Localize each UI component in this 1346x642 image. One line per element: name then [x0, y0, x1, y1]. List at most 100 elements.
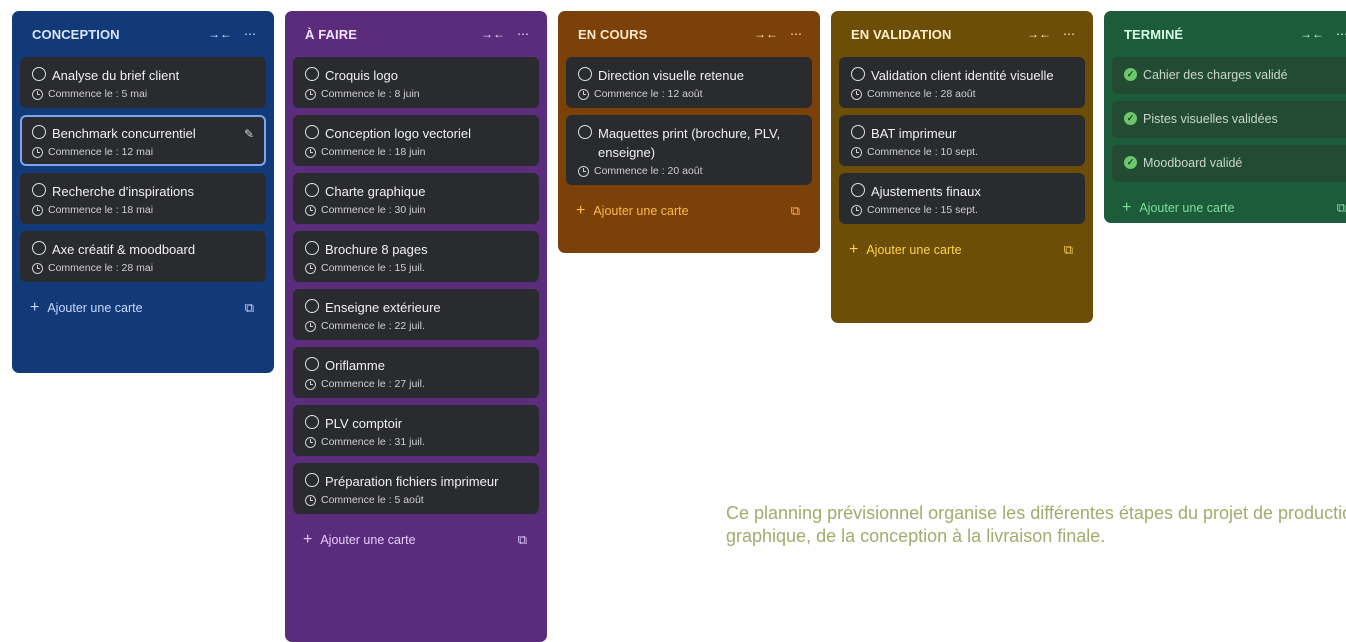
- card[interactable]: Validation client identité visuelle Comme…: [839, 57, 1085, 108]
- column-header: EN COURS →← ⋯: [566, 11, 812, 57]
- collapse-icon[interactable]: →←: [208, 28, 232, 40]
- complete-circle-icon[interactable]: [305, 241, 319, 255]
- add-card-button[interactable]: + Ajouter une carte ⧉: [566, 192, 812, 230]
- column-title: À FAIRE: [305, 26, 357, 42]
- card[interactable]: Maquettes print (brochure, PLV, enseigne…: [566, 115, 812, 185]
- clock-icon: [305, 378, 316, 390]
- complete-circle-icon[interactable]: [305, 183, 319, 197]
- clock-icon: [305, 494, 316, 506]
- card-completed[interactable]: ✓ Cahier des charges validé: [1112, 57, 1346, 94]
- card[interactable]: Brochure 8 pages Commence le : 15 juil.: [293, 231, 539, 282]
- more-icon[interactable]: ⋯: [1336, 28, 1346, 40]
- complete-circle-icon[interactable]: [305, 125, 319, 139]
- card-title: Recherche d'inspirations: [52, 184, 194, 199]
- collapse-icon[interactable]: →←: [1300, 28, 1324, 40]
- card-completed[interactable]: ✓ Moodboard validé: [1112, 145, 1346, 182]
- card[interactable]: Direction visuelle retenue Commence le : …: [566, 57, 812, 108]
- add-card-button[interactable]: + Ajouter une carte ⧉: [1112, 189, 1346, 223]
- complete-circle-icon[interactable]: [305, 299, 319, 313]
- check-circle-icon[interactable]: ✓: [1124, 156, 1137, 169]
- complete-circle-icon[interactable]: [851, 67, 865, 81]
- clock-icon: [305, 88, 316, 100]
- column-en-cours: EN COURS →← ⋯ Direction visuelle retenue…: [558, 11, 820, 253]
- card-title: Direction visuelle retenue: [598, 68, 744, 83]
- plus-icon: +: [849, 241, 859, 258]
- card[interactable]: Oriflamme Commence le : 27 juil.: [293, 347, 539, 398]
- complete-circle-icon[interactable]: [32, 67, 46, 81]
- card-title: Charte graphique: [325, 184, 426, 199]
- card-title: Axe créatif & moodboard: [52, 242, 196, 257]
- add-card-button[interactable]: + Ajouter une carte ⧉: [293, 521, 539, 559]
- check-circle-icon[interactable]: ✓: [1124, 112, 1137, 125]
- complete-circle-icon[interactable]: [305, 67, 319, 81]
- kanban-board: CONCEPTION →← ⋯ Analyse du brief client …: [0, 0, 1346, 642]
- more-icon[interactable]: ⋯: [244, 28, 256, 40]
- card-date: Commence le : 12 mai: [48, 146, 154, 158]
- collapse-icon[interactable]: →←: [1027, 28, 1051, 40]
- card-date: Commence le : 8 juin: [321, 88, 420, 100]
- card[interactable]: Préparation fichiers imprimeur Commence l…: [293, 463, 539, 514]
- card[interactable]: BAT imprimeur Commence le : 10 sept.: [839, 115, 1085, 166]
- card-template-icon[interactable]: ⧉: [1064, 242, 1073, 258]
- card-template-icon[interactable]: ⧉: [245, 300, 254, 316]
- card-title: Préparation fichiers imprimeur: [325, 474, 499, 489]
- card[interactable]: PLV comptoir Commence le : 31 juil.: [293, 405, 539, 456]
- card-date: Commence le : 18 juin: [321, 146, 426, 158]
- complete-circle-icon[interactable]: [578, 125, 592, 139]
- card-date: Commence le : 22 juil.: [321, 320, 425, 332]
- card-date: Commence le : 15 juil.: [321, 262, 425, 274]
- card-date: Commence le : 10 sept.: [867, 146, 978, 158]
- card[interactable]: Ajustements finaux Commence le : 15 sept.: [839, 173, 1085, 224]
- card[interactable]: Conception logo vectoriel Commence le : 1…: [293, 115, 539, 166]
- edit-icon[interactable]: ✎: [244, 127, 254, 141]
- complete-circle-icon[interactable]: [32, 183, 46, 197]
- more-icon[interactable]: ⋯: [790, 28, 802, 40]
- card-template-icon[interactable]: ⧉: [791, 203, 800, 219]
- card-completed[interactable]: ✓ Pistes visuelles validées: [1112, 101, 1346, 138]
- more-icon[interactable]: ⋯: [517, 28, 529, 40]
- complete-circle-icon[interactable]: [305, 357, 319, 371]
- card[interactable]: Analyse du brief client Commence le : 5 …: [20, 57, 266, 108]
- card[interactable]: Recherche d'inspirations Commence le : 1…: [20, 173, 266, 224]
- clock-icon: [851, 88, 862, 100]
- clock-icon: [305, 436, 316, 448]
- add-card-label: Ajouter une carte: [593, 204, 689, 218]
- complete-circle-icon[interactable]: [578, 67, 592, 81]
- card-title: Brochure 8 pages: [325, 242, 428, 257]
- card-title: Cahier des charges validé: [1143, 68, 1288, 82]
- clock-icon: [305, 146, 316, 158]
- card[interactable]: Croquis logo Commence le : 8 juin: [293, 57, 539, 108]
- card-title: Maquettes print (brochure, PLV, enseigne…: [598, 126, 781, 160]
- check-circle-icon[interactable]: ✓: [1124, 68, 1137, 81]
- collapse-icon[interactable]: →←: [481, 28, 505, 40]
- column-termine: TERMINÉ →← ⋯ ✓ Cahier des charges validé …: [1104, 11, 1346, 223]
- collapse-icon[interactable]: →←: [754, 28, 778, 40]
- card[interactable]: Charte graphique Commence le : 30 juin: [293, 173, 539, 224]
- card[interactable]: Enseigne extérieure Commence le : 22 juil…: [293, 289, 539, 340]
- card-date: Commence le : 5 août: [321, 494, 424, 506]
- card-title: Validation client identité visuelle: [871, 68, 1054, 83]
- clock-icon: [305, 204, 316, 216]
- more-icon[interactable]: ⋯: [1063, 28, 1075, 40]
- card-date: Commence le : 20 août: [594, 165, 703, 177]
- card-template-icon[interactable]: ⧉: [1337, 200, 1346, 216]
- card-selected[interactable]: ✎ Benchmark concurrentiel Commence le : …: [20, 115, 266, 166]
- complete-circle-icon[interactable]: [305, 415, 319, 429]
- complete-circle-icon[interactable]: [32, 241, 46, 255]
- add-card-button[interactable]: + Ajouter une carte ⧉: [20, 289, 266, 327]
- complete-circle-icon[interactable]: [851, 183, 865, 197]
- card[interactable]: Axe créatif & moodboard Commence le : 28…: [20, 231, 266, 282]
- complete-circle-icon[interactable]: [305, 473, 319, 487]
- card-date: Commence le : 18 mai: [48, 204, 154, 216]
- card-title: Analyse du brief client: [52, 68, 180, 83]
- complete-circle-icon[interactable]: [851, 125, 865, 139]
- plus-icon: +: [303, 531, 313, 548]
- complete-circle-icon[interactable]: [32, 125, 46, 139]
- add-card-label: Ajouter une carte: [47, 301, 143, 315]
- card-date: Commence le : 28 août: [867, 88, 976, 100]
- column-header: À FAIRE →← ⋯: [293, 11, 539, 57]
- card-template-icon[interactable]: ⧉: [518, 532, 527, 548]
- add-card-button[interactable]: + Ajouter une carte ⧉: [839, 231, 1085, 269]
- column-header: TERMINÉ →← ⋯: [1112, 11, 1346, 57]
- clock-icon: [32, 204, 43, 216]
